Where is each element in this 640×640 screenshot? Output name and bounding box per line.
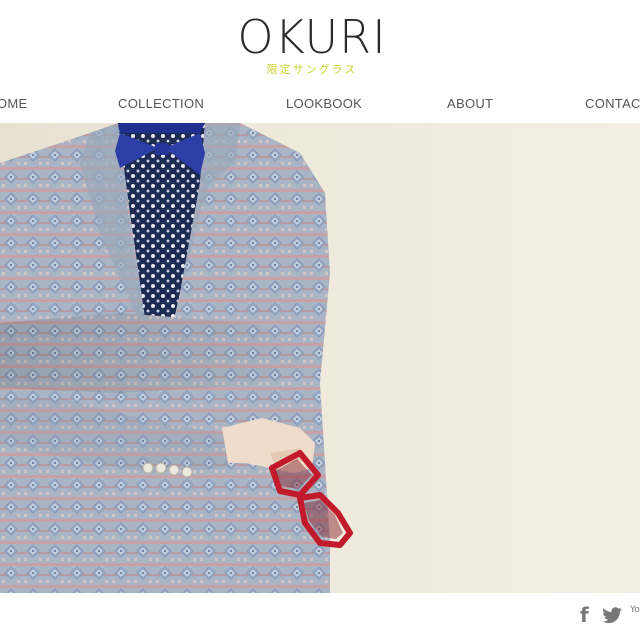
youtube-icon[interactable]: Yo xyxy=(630,605,640,625)
hero-image xyxy=(0,123,640,593)
facebook-icon[interactable]: f xyxy=(580,605,589,625)
logo-tagline: 限定サングラス xyxy=(266,63,358,76)
nav-item-contact[interactable]: CONTACT xyxy=(585,96,640,111)
logo-wordmark: OKURI xyxy=(237,10,387,64)
twitter-bird-icon xyxy=(602,607,622,624)
nav-item-about[interactable]: ABOUT xyxy=(447,96,493,111)
nav-item-lookbook[interactable]: LOOKBOOK xyxy=(286,96,362,111)
nav-item-collection[interactable]: COLLECTION xyxy=(118,96,204,111)
main-nav: OME COLLECTION LOOKBOOK ABOUT CONTACT xyxy=(0,96,640,116)
twitter-icon[interactable] xyxy=(602,606,623,626)
site-logo[interactable]: OKURI 限定サングラス xyxy=(232,10,392,77)
footer xyxy=(0,593,640,640)
nav-item-home[interactable]: OME xyxy=(0,96,28,111)
hero-illustration xyxy=(0,123,353,593)
